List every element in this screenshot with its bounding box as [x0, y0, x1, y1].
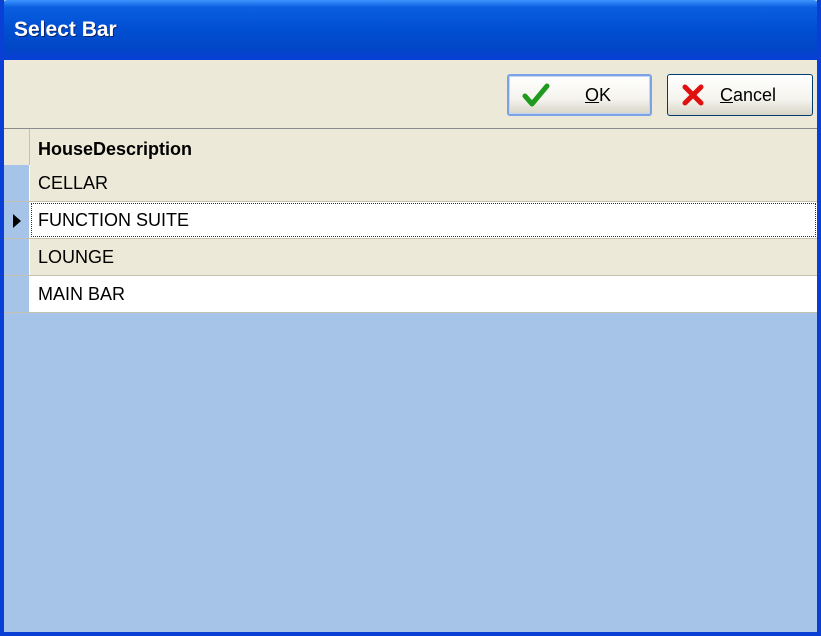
cancel-button-label: Cancel: [720, 84, 777, 105]
row-indicator[interactable]: [4, 165, 30, 201]
table-row[interactable]: CELLAR: [4, 165, 817, 202]
column-header-housedescription[interactable]: HouseDescription: [38, 139, 192, 160]
ok-button-label: OK: [585, 84, 612, 105]
cancel-button[interactable]: Cancel: [667, 74, 813, 116]
table-cell[interactable]: MAIN BAR: [30, 276, 817, 312]
bar-list-grid[interactable]: HouseDescription CELLAR FUNCTION SUITE L…: [4, 128, 817, 632]
red-x-icon: [678, 80, 708, 110]
row-indicator[interactable]: [4, 239, 30, 275]
row-indicator[interactable]: [4, 276, 30, 312]
table-cell[interactable]: CELLAR: [30, 165, 817, 201]
row-indicator-header: [4, 129, 30, 165]
table-row[interactable]: LOUNGE: [4, 239, 817, 276]
row-indicator[interactable]: [4, 202, 30, 238]
checkmark-icon: [521, 80, 551, 110]
window-title: Select Bar: [14, 18, 117, 41]
grid-header: HouseDescription: [4, 129, 817, 166]
table-row-selected[interactable]: FUNCTION SUITE: [4, 202, 817, 239]
table-row[interactable]: MAIN BAR: [4, 276, 817, 313]
grid-empty-area: [4, 314, 817, 632]
button-toolbar: OK Cancel: [4, 60, 817, 128]
ok-button[interactable]: OK: [507, 74, 652, 116]
table-cell[interactable]: FUNCTION SUITE: [30, 202, 817, 238]
select-bar-dialog: Select Bar OK Cancel HouseDescription CE…: [0, 0, 821, 636]
current-row-arrow-icon: [13, 214, 21, 228]
title-bar[interactable]: Select Bar: [4, 0, 817, 60]
table-cell[interactable]: LOUNGE: [30, 239, 817, 275]
